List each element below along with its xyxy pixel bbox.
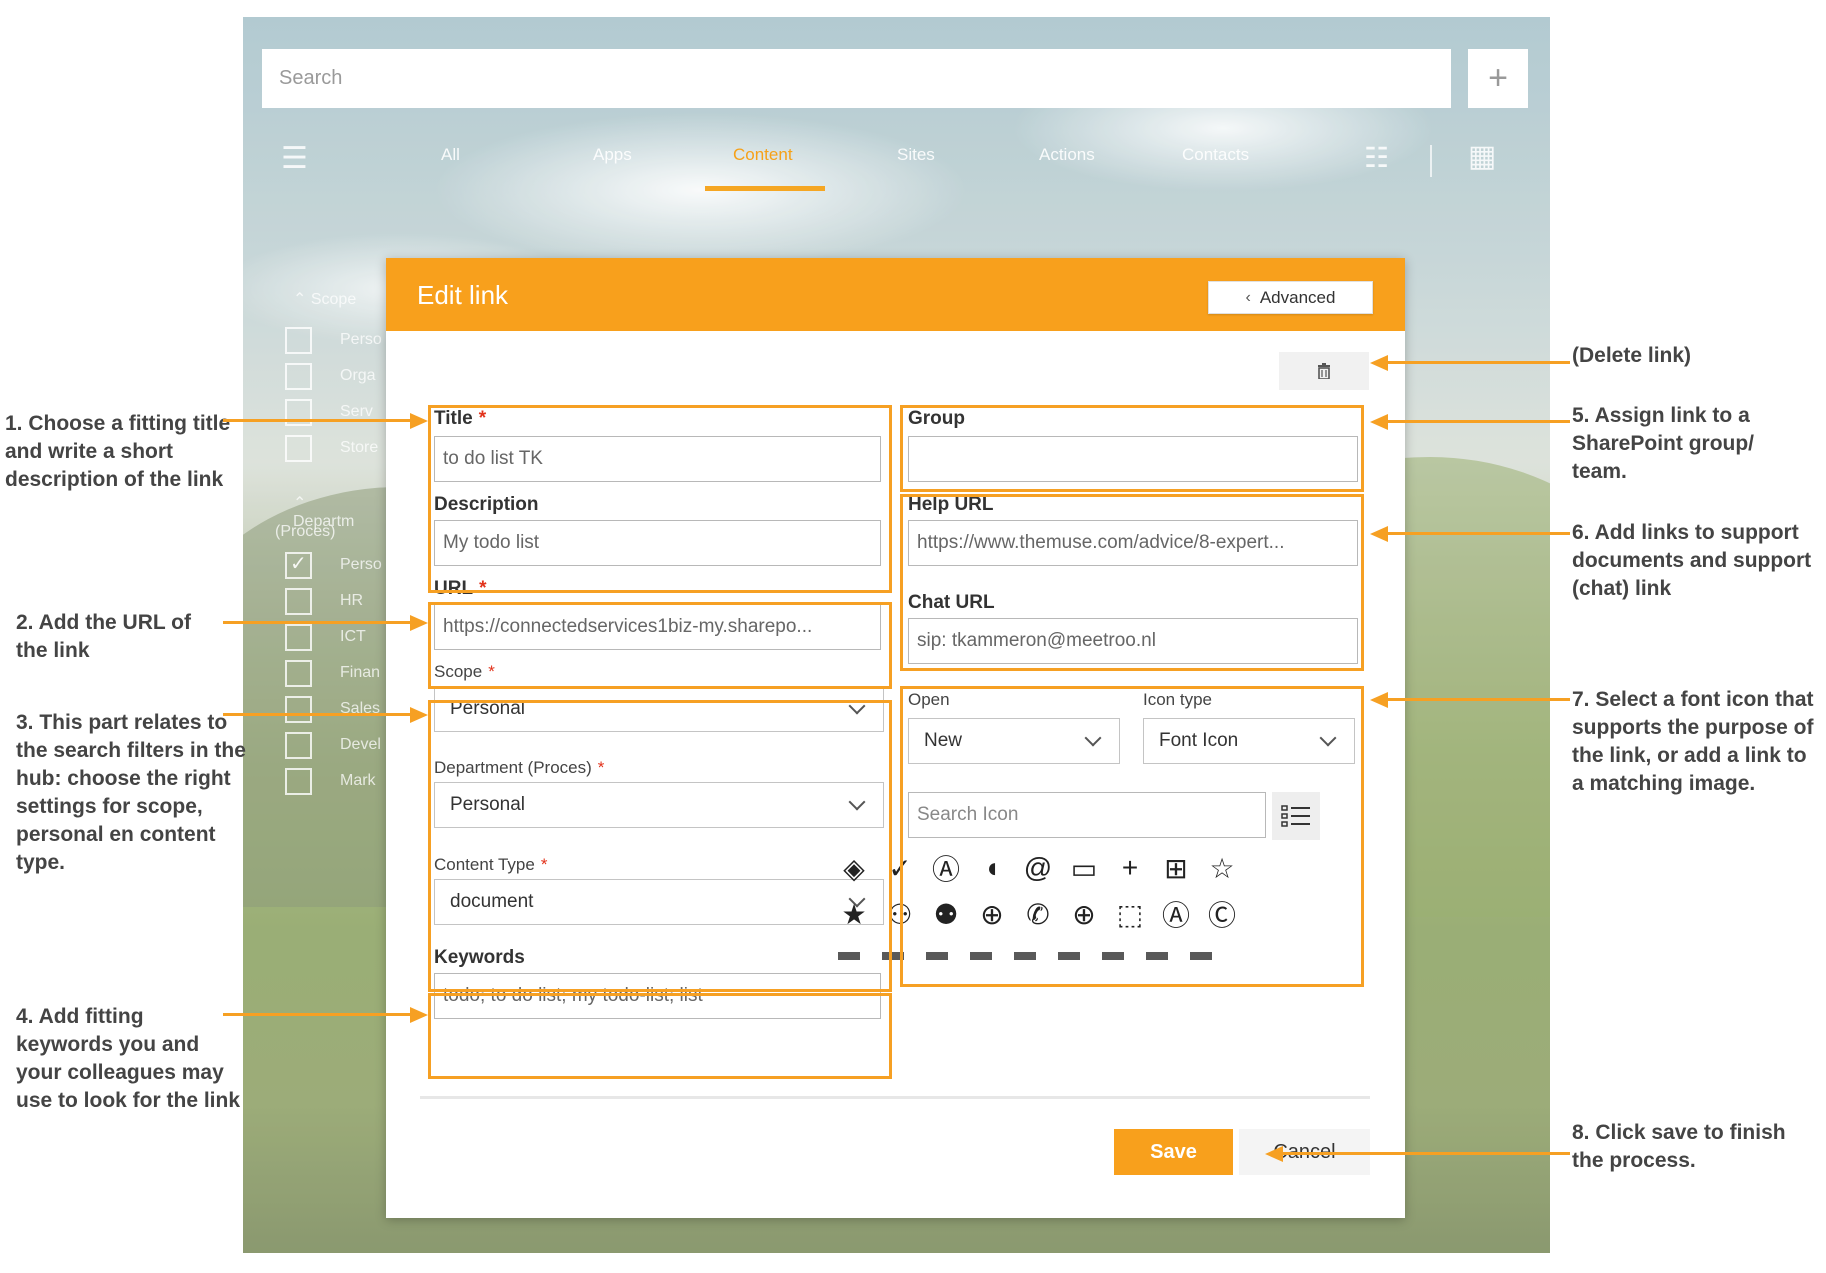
annotation-4-line	[223, 1013, 418, 1016]
scope-heading[interactable]: ⌃ Scope	[293, 289, 356, 309]
department-subheading: (Proces)	[275, 523, 336, 540]
highlight-url	[428, 602, 892, 689]
save-button[interactable]: Save	[1114, 1129, 1233, 1175]
filter-label: Perso	[340, 331, 382, 348]
tab-actions[interactable]: Actions	[1039, 145, 1095, 165]
annotation-3-line	[223, 713, 418, 716]
annotation-7-line	[1386, 698, 1570, 701]
highlight-group	[900, 405, 1364, 492]
filter-label: ICT	[340, 628, 366, 645]
annotation-delete-line	[1386, 361, 1570, 364]
filter-label: Finan	[340, 664, 381, 681]
filter-label: HR	[340, 592, 364, 609]
annotation-2: 2. Add the URL of the link	[16, 611, 191, 662]
annotation-delete: (Delete link)	[1572, 344, 1692, 367]
filter-checkbox[interactable]	[285, 327, 312, 354]
annotation-6: 6. Add links to support documents and su…	[1572, 521, 1812, 600]
annotation-1-line	[223, 419, 418, 422]
filter-checkbox-checked[interactable]	[285, 551, 312, 579]
nav-bar: ☰ All Apps Content Sites Actions Contact…	[243, 135, 1550, 191]
tab-all[interactable]: All	[441, 145, 460, 165]
filter-label: Perso	[340, 556, 382, 573]
dialog-header: Edit link ‹ Advanced	[386, 258, 1405, 331]
search-placeholder: Search	[279, 67, 343, 89]
grid-view-icon[interactable]: ▦	[1468, 139, 1496, 174]
filter-label: Store	[340, 439, 379, 456]
arrow-right-icon	[410, 707, 428, 723]
annotation-5: 5. Assign link to a SharePoint group/ te…	[1572, 404, 1755, 483]
highlight-title-description	[428, 405, 892, 593]
list-view-icon[interactable]: ☷	[1364, 141, 1389, 174]
annotation-6-line	[1386, 532, 1570, 535]
annotation-5-line	[1386, 420, 1570, 423]
tab-content[interactable]: Content	[733, 145, 793, 165]
active-tab-indicator	[705, 186, 825, 191]
annotation-7: 7. Select a font icon that supports the …	[1572, 688, 1814, 795]
annotation-2-line	[223, 621, 418, 624]
view-divider	[1430, 145, 1432, 177]
filter-checkbox[interactable]	[285, 696, 312, 723]
annotation-8-line	[1281, 1152, 1570, 1155]
filter-checkbox[interactable]	[285, 363, 312, 390]
annotation-4: 4. Add fitting keywords you and your col…	[16, 1005, 241, 1112]
arrow-right-icon	[410, 1007, 428, 1023]
arrow-right-icon	[410, 413, 428, 429]
highlight-keywords	[428, 993, 892, 1079]
tab-apps[interactable]: Apps	[593, 145, 632, 165]
chevron-left-icon: ‹	[1245, 288, 1251, 306]
filter-checkbox[interactable]	[285, 660, 312, 687]
search-input[interactable]: Search	[262, 49, 1451, 108]
delete-button[interactable]	[1279, 352, 1369, 390]
filter-label: Mark	[340, 772, 376, 789]
highlight-filters	[428, 700, 892, 992]
advanced-label: Advanced	[1259, 287, 1336, 307]
filter-checkbox[interactable]	[285, 588, 312, 615]
list-menu-icon[interactable]: ☰	[281, 141, 308, 176]
advanced-button[interactable]: ‹ Advanced	[1208, 281, 1373, 314]
add-button[interactable]: +	[1468, 49, 1528, 108]
footer-divider	[420, 1096, 1370, 1099]
highlight-icon-picker	[900, 686, 1364, 987]
tab-contacts[interactable]: Contacts	[1182, 145, 1249, 165]
filter-checkbox[interactable]	[285, 732, 312, 759]
filter-label: Orga	[340, 367, 376, 384]
trash-icon	[1318, 363, 1330, 379]
dialog-title: Edit link	[417, 280, 509, 310]
filter-checkbox[interactable]	[285, 768, 312, 795]
filter-checkbox[interactable]	[285, 435, 312, 462]
highlight-support-urls	[900, 494, 1364, 671]
tab-sites[interactable]: Sites	[897, 145, 935, 165]
filter-checkbox[interactable]	[285, 624, 312, 651]
annotation-3: 3. This part relates to the search filte…	[16, 711, 246, 874]
arrow-right-icon	[410, 615, 428, 631]
annotation-1: 1. Choose a fitting title and write a sh…	[5, 412, 231, 491]
filter-label: Devel	[340, 736, 381, 753]
annotation-8: 8. Click save to finish the process.	[1572, 1121, 1786, 1172]
